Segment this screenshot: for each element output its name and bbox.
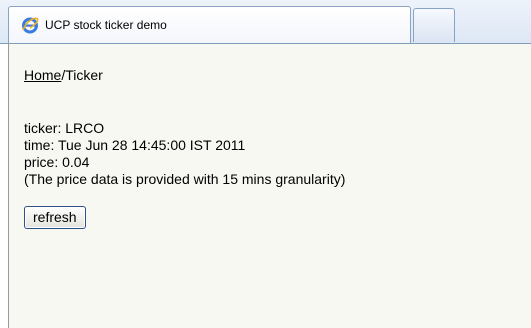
- refresh-button[interactable]: refresh: [24, 206, 86, 229]
- price-line: price: 0.04: [24, 154, 90, 170]
- ticker-info: ticker: LRCO time: Tue Jun 28 14:45:00 I…: [24, 120, 345, 188]
- home-link[interactable]: Home: [24, 67, 61, 83]
- breadcrumb: Home/Ticker: [24, 67, 345, 84]
- granularity-note: (The price data is provided with 15 mins…: [24, 171, 346, 187]
- browser-window: UCP stock ticker demo Home/Ticker ticker…: [0, 0, 531, 328]
- ie-icon: [21, 16, 39, 34]
- new-tab-button[interactable]: [413, 8, 455, 42]
- tab-strip: UCP stock ticker demo: [0, 0, 531, 44]
- page-content: Home/Ticker ticker: LRCO time: Tue Jun 2…: [8, 44, 531, 328]
- time-line: time: Tue Jun 28 14:45:00 IST 2011: [24, 137, 246, 153]
- tab-title: UCP stock ticker demo: [45, 18, 167, 32]
- page-body: Home/Ticker ticker: LRCO time: Tue Jun 2…: [24, 67, 345, 229]
- breadcrumb-current: /Ticker: [61, 67, 103, 83]
- tab-ucp-stock-ticker[interactable]: UCP stock ticker demo: [8, 6, 411, 43]
- ticker-line: ticker: LRCO: [24, 120, 105, 136]
